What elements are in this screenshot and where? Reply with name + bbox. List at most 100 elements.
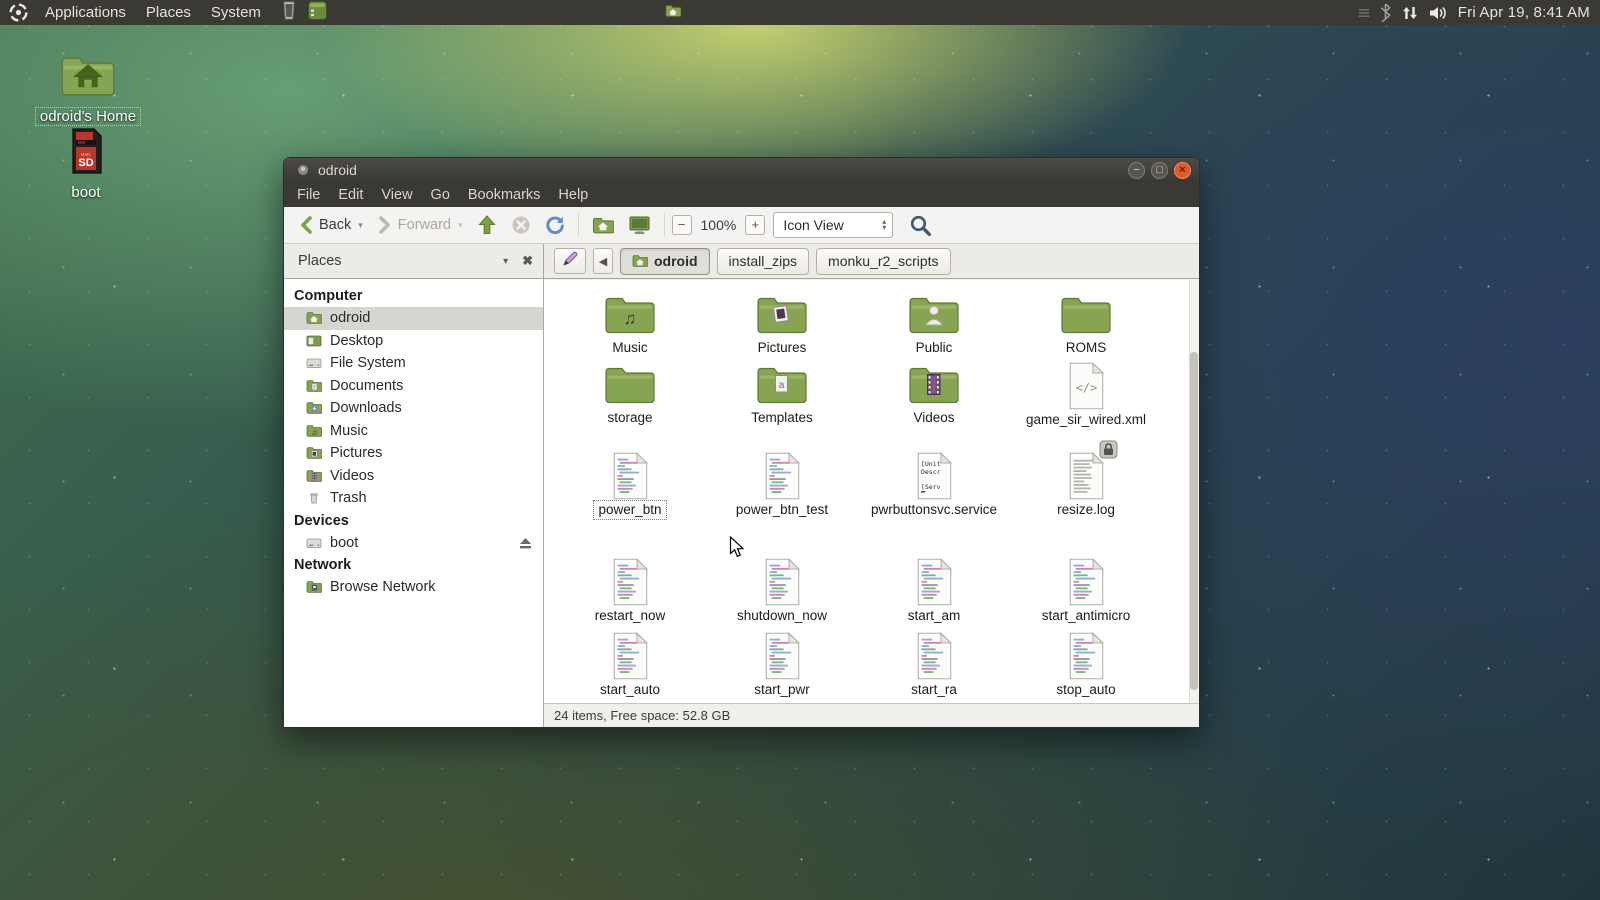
sidebar-item-boot[interactable]: boot (284, 532, 543, 555)
menu-edit[interactable]: Edit (329, 182, 372, 207)
up-button[interactable] (471, 211, 503, 239)
file-item-start-pwr[interactable]: start_pwr (706, 632, 858, 703)
system-menu[interactable]: System (201, 0, 271, 25)
sidebar-item-pictures[interactable]: Pictures (284, 442, 543, 465)
keyboard-indicator[interactable] (1358, 6, 1370, 20)
file-item-public[interactable]: Public (858, 292, 1010, 362)
eject-icon[interactable] (518, 536, 533, 550)
spinner-arrows-icon[interactable]: ▴▾ (882, 219, 886, 231)
sidebar-item-videos[interactable]: Videos (284, 465, 543, 488)
computer-button[interactable] (622, 212, 657, 239)
vertical-scrollbar[interactable] (1189, 280, 1199, 703)
sidebar-item-downloads[interactable]: Downloads (284, 397, 543, 420)
file-item-start-antimicro[interactable]: start_antimicro (1010, 558, 1162, 632)
file-item-start-auto[interactable]: start_auto (554, 632, 706, 703)
view-mode-select[interactable]: Icon View ▴▾ (773, 212, 893, 238)
file-item-power-btn[interactable]: power_btn (554, 452, 706, 558)
toolbar-separator (664, 213, 665, 237)
chevron-down-icon[interactable]: ▾ (503, 256, 508, 267)
home-button[interactable] (586, 213, 620, 238)
toolbar-separator (578, 213, 579, 237)
sidebar-item-label: Videos (330, 468, 374, 484)
distro-logo-icon[interactable] (8, 2, 29, 23)
window-list-item-odroid[interactable] (665, 4, 681, 22)
sidebar-item-label: Music (330, 423, 368, 439)
view-mode-value: Icon View (783, 217, 843, 233)
breadcrumb-monku-r2-scripts[interactable]: monku_r2_scripts (816, 248, 951, 275)
file-item-stop-auto[interactable]: stop_auto (1010, 632, 1162, 703)
folder-home-small-icon (632, 254, 648, 268)
desktop-icon-boot[interactable]: MMCSD boot (28, 126, 144, 201)
breadcrumb-odroid[interactable]: odroid (620, 248, 710, 275)
file-name: power_btn_test (732, 501, 832, 519)
window-list[interactable] (662, 3, 684, 23)
places-header[interactable]: Places ▾ ✖ (284, 244, 544, 278)
zoom-in-button[interactable]: + (745, 215, 765, 235)
file-item-game-sir-wired-xml[interactable]: </>game_sir_wired.xml (1010, 362, 1162, 452)
chevron-down-icon[interactable]: ▾ (458, 220, 463, 231)
file-name: game_sir_wired.xml (1022, 411, 1150, 429)
file-item-music[interactable]: ♫Music (554, 292, 706, 362)
sidebar-item-desktop[interactable]: Desktop (284, 330, 543, 353)
sidebar-item-browse-network[interactable]: Browse Network (284, 576, 543, 599)
clock[interactable]: Fri Apr 19, 8:41 AM (1458, 4, 1590, 21)
minimize-button[interactable]: − (1128, 162, 1145, 179)
titlebar[interactable]: odroid −□× (284, 158, 1199, 182)
volume-icon[interactable] (1428, 4, 1449, 22)
folder-icon (603, 362, 657, 408)
search-button[interactable] (903, 211, 938, 240)
file-name: start_antimicro (1038, 607, 1135, 625)
reload-button[interactable] (539, 212, 571, 238)
file-item-restart-now[interactable]: restart_now (554, 558, 706, 632)
file-item-shutdown-now[interactable]: shutdown_now (706, 558, 858, 632)
path-row: Places ▾ ✖ ◀ odroid install_zips monku_r2_… (284, 244, 1199, 279)
file-item-videos[interactable]: Videos (858, 362, 1010, 452)
edit-location-button[interactable] (554, 248, 586, 274)
svg-text:SD: SD (78, 157, 93, 169)
sidebar-item-odroid[interactable]: odroid (284, 307, 543, 330)
file-item-pwrbuttonsvc-service[interactable]: [UnitDescr[Servpwrbuttonsvc.service (858, 452, 1010, 558)
file-item-power-btn-test[interactable]: power_btn_test (706, 452, 858, 558)
chevron-down-icon[interactable]: ▾ (358, 220, 363, 231)
places-menu[interactable]: Places (136, 0, 201, 25)
script-icon (915, 558, 954, 606)
forward-button[interactable]: Forward▾ (371, 212, 469, 238)
trash-applet[interactable] (279, 0, 299, 26)
zoom-level: 100% (694, 217, 744, 233)
close-sidebar-icon[interactable]: ✖ (522, 253, 533, 269)
sidebar-item-trash[interactable]: Trash (284, 487, 543, 510)
file-item-pictures[interactable]: Pictures (706, 292, 858, 362)
zoom-out-button[interactable]: − (672, 215, 692, 235)
applications-menu[interactable]: Applications (35, 0, 136, 25)
drive-icon (306, 356, 322, 370)
sidebar-item-documents[interactable]: Documents (284, 375, 543, 398)
desktop-icon-home[interactable]: odroid's Home (30, 52, 146, 125)
scrollbar-thumb[interactable] (1190, 352, 1198, 690)
path-scroll-left-button[interactable]: ◀ (593, 248, 613, 274)
file-name: Pictures (754, 339, 811, 357)
file-item-resize-log[interactable]: resize.log (1010, 452, 1162, 558)
menu-file[interactable]: File (288, 182, 329, 207)
file-item-templates[interactable]: aTemplates (706, 362, 858, 452)
maximize-button[interactable]: □ (1151, 162, 1168, 179)
bluetooth-icon[interactable] (1379, 4, 1392, 22)
menu-go[interactable]: Go (422, 182, 459, 207)
menu-view[interactable]: View (372, 182, 421, 207)
network-icon[interactable] (1401, 4, 1419, 22)
file-item-start-am[interactable]: start_am (858, 558, 1010, 632)
breadcrumb-install-zips[interactable]: install_zips (717, 248, 809, 275)
close-button[interactable]: × (1174, 162, 1191, 179)
app-launcher[interactable] (307, 0, 328, 26)
arrow-up-icon (477, 214, 497, 236)
file-item-start-ra[interactable]: start_ra (858, 632, 1010, 703)
menu-help[interactable]: Help (549, 182, 597, 207)
file-item-storage[interactable]: storage (554, 362, 706, 452)
folder-pictures-icon (306, 446, 322, 460)
file-item-roms[interactable]: ROMS (1010, 292, 1162, 362)
sidebar-item-music[interactable]: ♫Music (284, 420, 543, 443)
stop-button[interactable] (505, 212, 537, 238)
sidebar-item-file-system[interactable]: File System (284, 352, 543, 375)
file-view[interactable]: ♫Music Pictures PublicROMS storageaTemplate… (544, 279, 1199, 703)
menu-bookmarks[interactable]: Bookmarks (459, 182, 550, 207)
back-button[interactable]: Back▾ (292, 212, 369, 238)
